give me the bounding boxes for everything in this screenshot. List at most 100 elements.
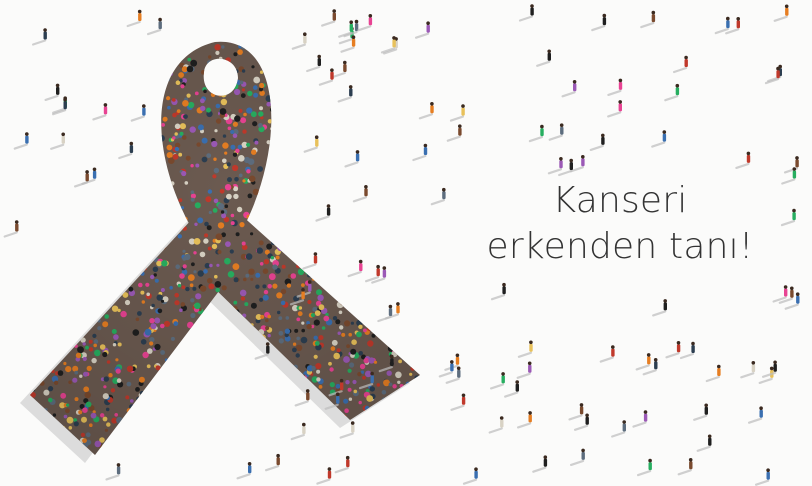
crowd-person — [425, 404, 428, 407]
crowd-person — [34, 91, 38, 96]
crowd-person — [56, 214, 63, 221]
crowd-person — [89, 220, 93, 225]
crowd-person — [433, 32, 437, 36]
crowd-person — [326, 242, 332, 247]
crowd-person — [306, 94, 312, 100]
crowd-person — [404, 405, 411, 412]
crowd-person — [131, 213, 136, 218]
person-figure-icon — [352, 185, 368, 203]
crowd-person — [222, 387, 227, 393]
crowd-person — [336, 287, 340, 292]
crowd-person — [293, 157, 300, 164]
crowd-person — [126, 182, 131, 187]
crowd-person — [8, 95, 14, 101]
crowd-person — [106, 212, 111, 217]
crowd-person — [113, 441, 118, 446]
crowd-person — [335, 177, 340, 182]
crowd-person — [103, 215, 108, 221]
crowd-person — [119, 183, 124, 188]
person-figure-icon — [92, 103, 108, 121]
crowd-person — [89, 120, 96, 127]
crowd-person — [231, 353, 237, 359]
crowd-person — [52, 241, 58, 248]
crowd-person — [354, 59, 358, 64]
crowd-person — [437, 282, 441, 286]
crowd-person — [375, 155, 379, 160]
crowd-person — [403, 239, 408, 244]
crowd-person — [43, 52, 50, 58]
crowd-person — [144, 390, 150, 396]
crowd-person — [8, 394, 12, 398]
crowd-person — [342, 100, 350, 107]
crowd-person — [2, 246, 6, 250]
crowd-person — [315, 274, 321, 280]
crowd-person — [310, 84, 317, 91]
crowd-person — [172, 62, 177, 66]
crowd-person — [68, 32, 74, 38]
crowd-person — [37, 224, 41, 228]
crowd-person — [305, 241, 309, 245]
crowd-person — [428, 461, 432, 465]
crowd-person — [113, 145, 121, 153]
crowd-person — [385, 169, 392, 175]
crowd-person — [37, 353, 42, 357]
crowd-person — [76, 41, 83, 44]
crowd-person — [179, 390, 186, 397]
crowd-person — [8, 179, 13, 184]
crowd-person — [101, 162, 106, 168]
crowd-person — [287, 247, 292, 252]
crowd-person — [269, 457, 276, 464]
crowd-person — [426, 173, 429, 176]
crowd-person — [376, 50, 381, 56]
crowd-person — [45, 325, 51, 331]
crowd-person — [256, 390, 262, 396]
crowd-person — [363, 463, 368, 468]
crowd-person — [155, 442, 162, 449]
crowd-person — [171, 411, 178, 418]
crowd-person — [155, 231, 160, 236]
crowd-person — [415, 411, 420, 417]
crowd-person — [357, 133, 365, 141]
crowd-person — [387, 181, 392, 186]
crowd-person — [80, 176, 85, 181]
crowd-person — [74, 467, 79, 472]
crowd-person — [290, 454, 294, 455]
crowd-person — [77, 30, 80, 33]
crowd-person — [290, 55, 296, 61]
crowd-person — [421, 255, 424, 258]
crowd-person — [384, 206, 388, 211]
crowd-person — [371, 149, 376, 154]
crowd-person — [270, 160, 275, 166]
crowd-person — [60, 186, 65, 192]
crowd-person — [423, 179, 426, 182]
crowd-person — [14, 388, 17, 391]
crowd-person — [64, 317, 70, 323]
crowd-person — [276, 128, 280, 133]
crowd-person — [117, 445, 124, 452]
crowd-person — [119, 144, 124, 150]
crowd-person — [387, 220, 394, 227]
crowd-person — [12, 419, 16, 423]
crowd-person — [285, 228, 291, 234]
crowd-person — [320, 35, 326, 41]
crowd-person — [414, 172, 420, 178]
crowd-person — [284, 244, 291, 251]
crowd-person — [32, 423, 37, 428]
crowd-person — [8, 432, 12, 436]
crowd-person — [339, 141, 344, 146]
crowd-person — [340, 149, 348, 157]
crowd-person — [284, 180, 291, 187]
crowd-person — [259, 467, 262, 470]
person-figure-icon — [754, 468, 770, 486]
crowd-person — [27, 458, 34, 465]
crowd-person — [289, 95, 294, 101]
crowd-person — [143, 148, 148, 153]
crowd-person — [5, 142, 9, 146]
crowd-person — [34, 147, 41, 153]
crowd-person — [402, 260, 407, 265]
crowd-person — [154, 92, 159, 98]
crowd-person — [10, 138, 13, 141]
crowd-person — [185, 34, 191, 40]
crowd-person — [94, 231, 98, 236]
crowd-person — [274, 165, 281, 172]
